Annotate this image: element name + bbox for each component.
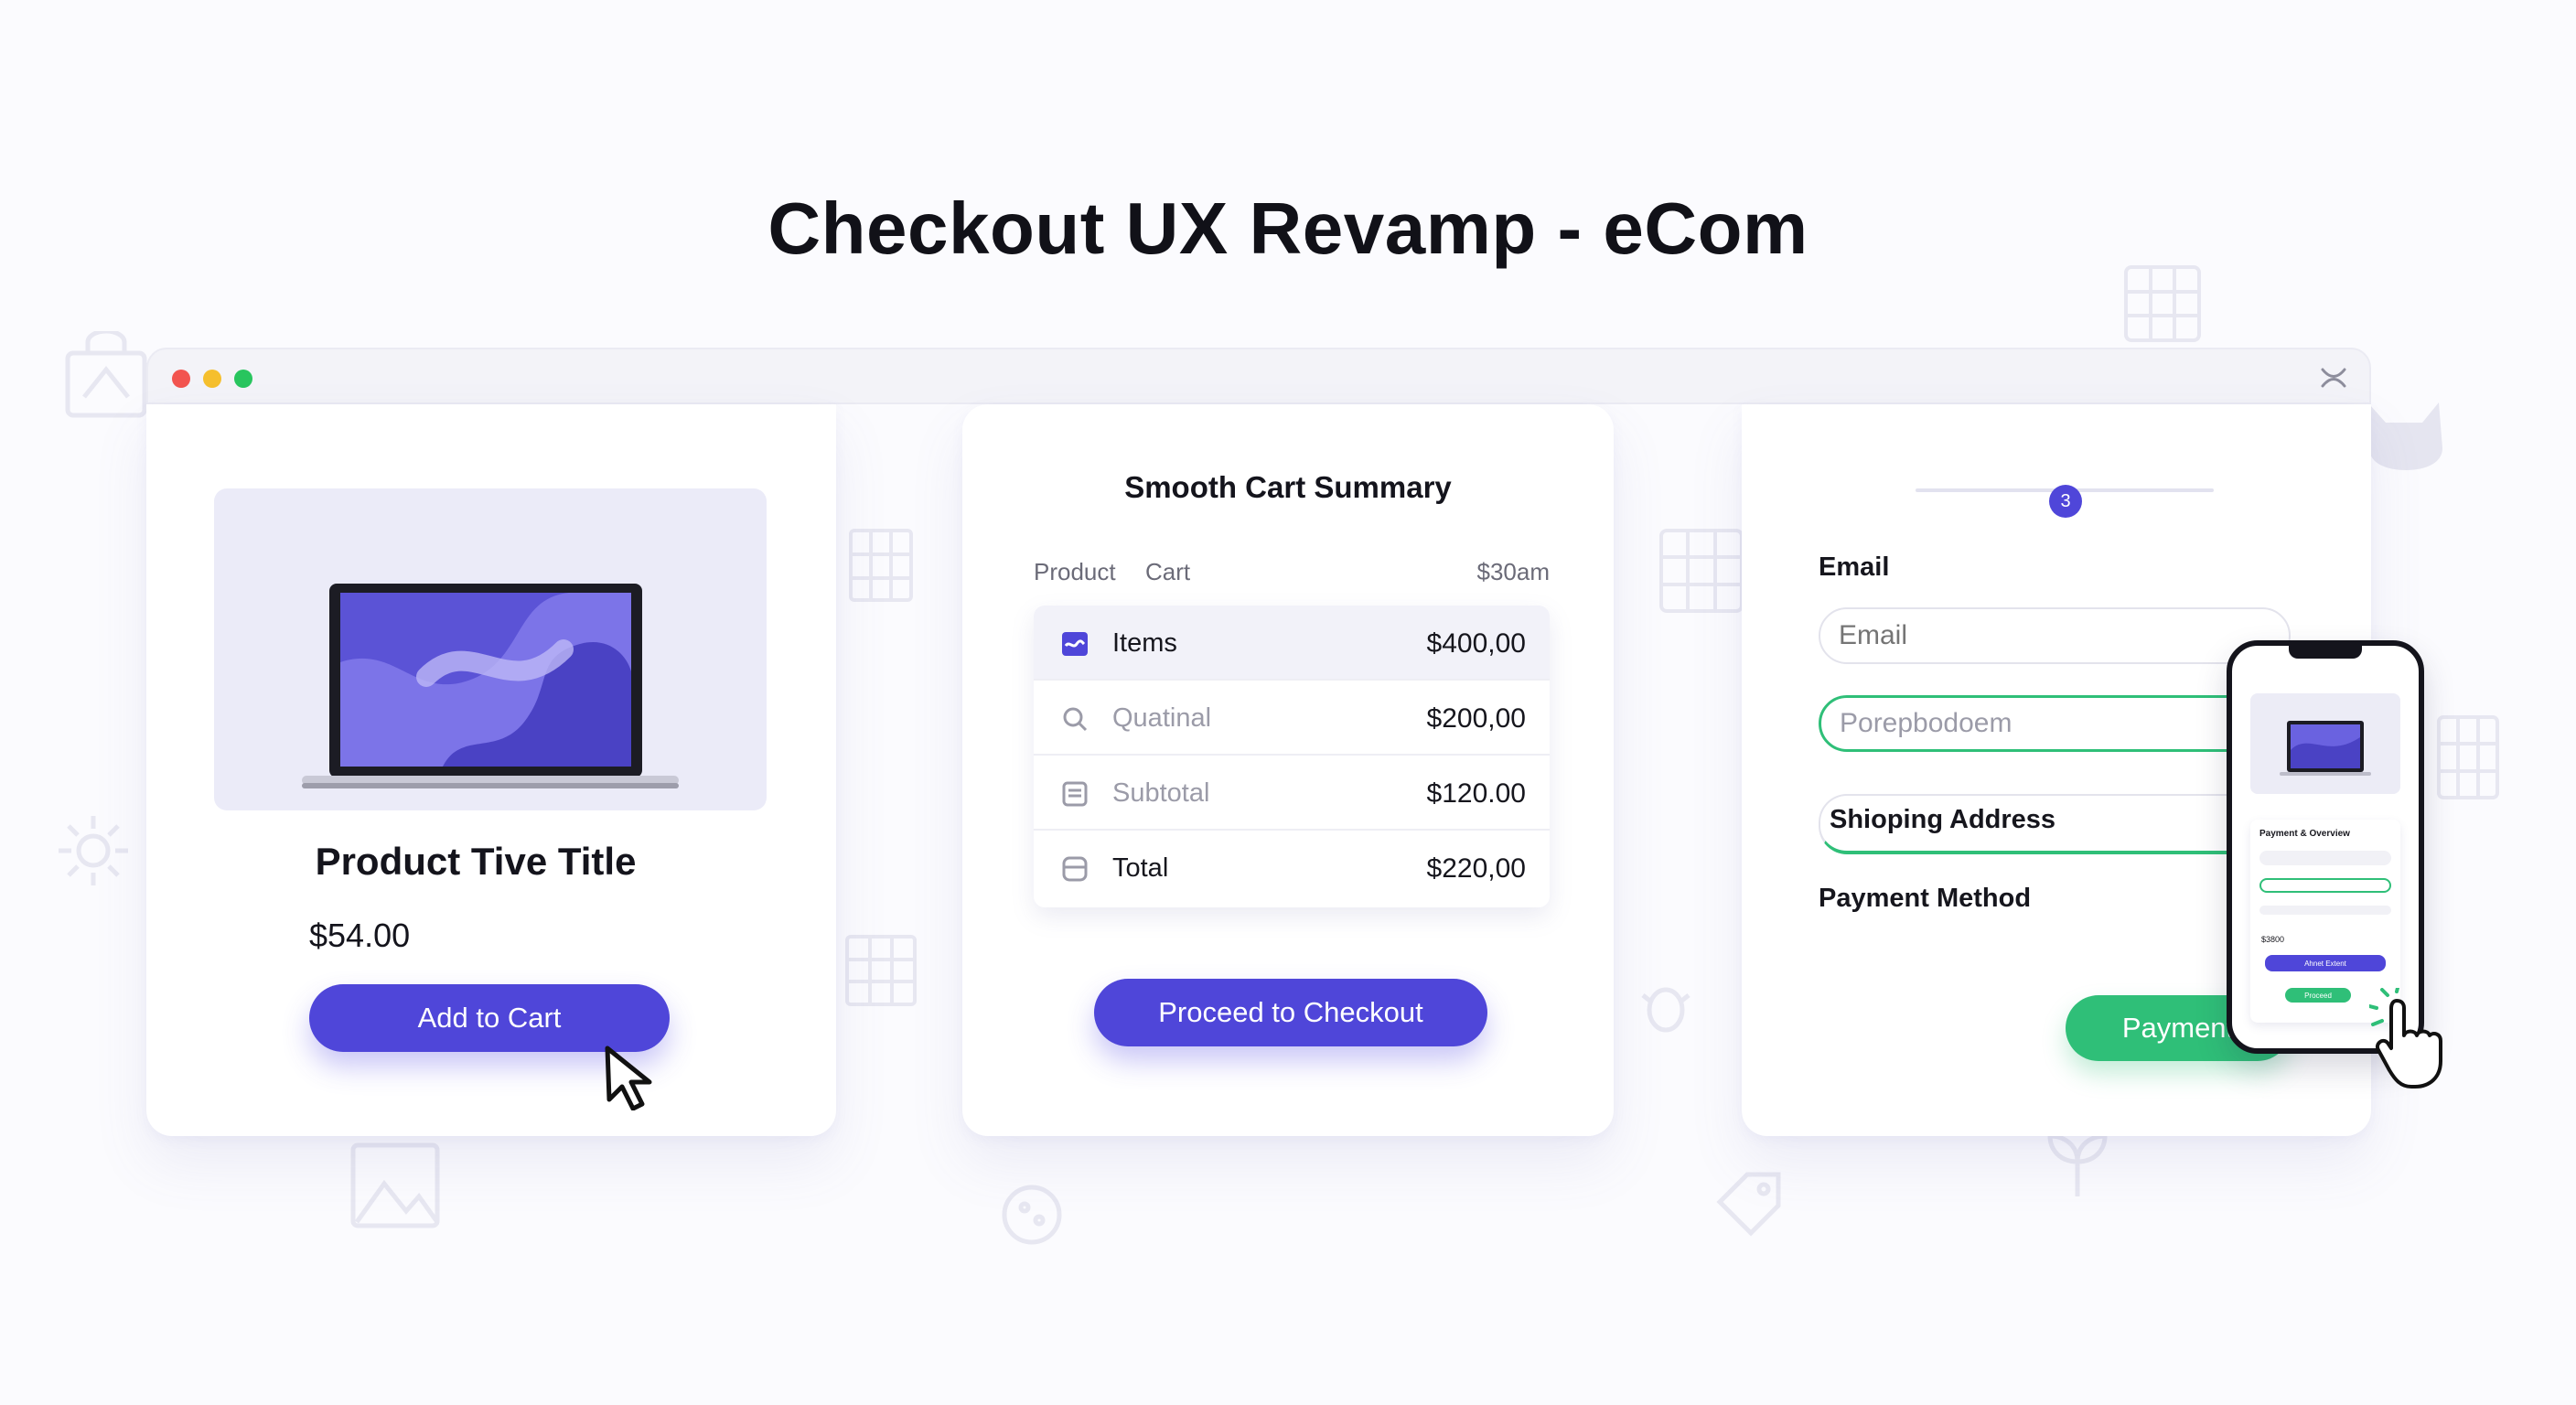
row-label: Quatinal: [1112, 703, 1212, 733]
proceed-to-checkout-button[interactable]: Proceed to Checkout: [1094, 979, 1487, 1046]
phone-form-title: Payment & Overview: [2259, 829, 2350, 839]
text-field[interactable]: [1819, 695, 2291, 752]
cart-summary-title: Smooth Cart Summary: [1124, 470, 1452, 504]
product-title: Product Tive Title: [315, 840, 637, 883]
email-label: Email: [1819, 552, 1890, 582]
row-value: $120.00: [1426, 778, 1526, 809]
table-row[interactable]: Quatinal $200,00: [1034, 681, 1550, 756]
laptop-illustration: [2280, 721, 2371, 776]
product-image: [214, 488, 767, 810]
background-grid-icon: [2437, 715, 2499, 799]
shipping-address-label: Shioping Address: [1830, 805, 2056, 834]
step-indicator[interactable]: 3: [2049, 485, 2082, 518]
payment-method-label: Payment Method: [1819, 884, 2032, 913]
row-label: Subtotal: [1112, 778, 1210, 808]
row-value: $220,00: [1426, 853, 1526, 884]
background-plant-icon: [2047, 1133, 2108, 1196]
wave-card-icon: [1062, 632, 1088, 656]
phone-notch: [2289, 646, 2362, 659]
row-value: $200,00: [1426, 703, 1526, 734]
close-icon[interactable]: [2318, 362, 2349, 393]
search-icon: [1063, 707, 1088, 732]
add-to-cart-button[interactable]: Add to Cart: [309, 984, 670, 1052]
column-header-amount: $30am: [1476, 558, 1551, 585]
browser-titlebar: [146, 348, 2371, 404]
column-header-product: Product: [1034, 558, 1116, 585]
column-header-cart: Cart: [1145, 558, 1191, 585]
row-value: $400,00: [1426, 628, 1526, 659]
arrow-cursor-icon: [605, 1046, 652, 1110]
phone-product-image: [2250, 693, 2400, 794]
row-label: Total: [1112, 853, 1169, 883]
phone-input[interactable]: [2259, 906, 2391, 915]
background-grid-icon: [2124, 265, 2201, 342]
background-tag-icon: [1716, 1172, 1781, 1237]
table-row[interactable]: Total $220,00: [1034, 831, 1550, 906]
phone-input-active[interactable]: [2259, 878, 2391, 893]
hand-pointer-icon: [2369, 988, 2442, 1089]
product-card: Product Tive Title $54.00 Add to Cart: [146, 404, 836, 1136]
laptop-illustration: [302, 584, 679, 788]
phone-primary-button[interactable]: Ahnet Extent: [2265, 955, 2386, 971]
box-icon: [1062, 856, 1088, 882]
background-cat-icon: [2369, 402, 2442, 470]
page-title: Checkout UX Revamp - eCom: [767, 187, 1809, 269]
phone-amount: $3800: [2261, 935, 2285, 944]
table-row[interactable]: Subtotal $120.00: [1034, 756, 1550, 831]
window-minimize-dot[interactable]: [203, 370, 221, 388]
shipping-address-field[interactable]: Shioping Address: [1819, 794, 2294, 854]
cart-table: Items $400,00 Quatinal $200,00 Subtotal …: [1034, 606, 1550, 907]
product-price: $54.00: [309, 917, 411, 954]
email-field[interactable]: [1819, 607, 2291, 664]
background-gear-icon: [59, 816, 128, 885]
window-close-dot[interactable]: [172, 370, 190, 388]
row-label: Items: [1112, 628, 1177, 658]
phone-secondary-button[interactable]: Proceed: [2285, 988, 2351, 1003]
window-maximize-dot[interactable]: [234, 370, 252, 388]
phone-input[interactable]: [2259, 851, 2391, 865]
table-row[interactable]: Items $400,00: [1034, 606, 1550, 681]
background-bag-icon: [65, 331, 147, 418]
receipt-icon: [1062, 781, 1088, 807]
background-image-icon: [350, 1142, 440, 1228]
background-cookie-icon: [1002, 1185, 1062, 1245]
